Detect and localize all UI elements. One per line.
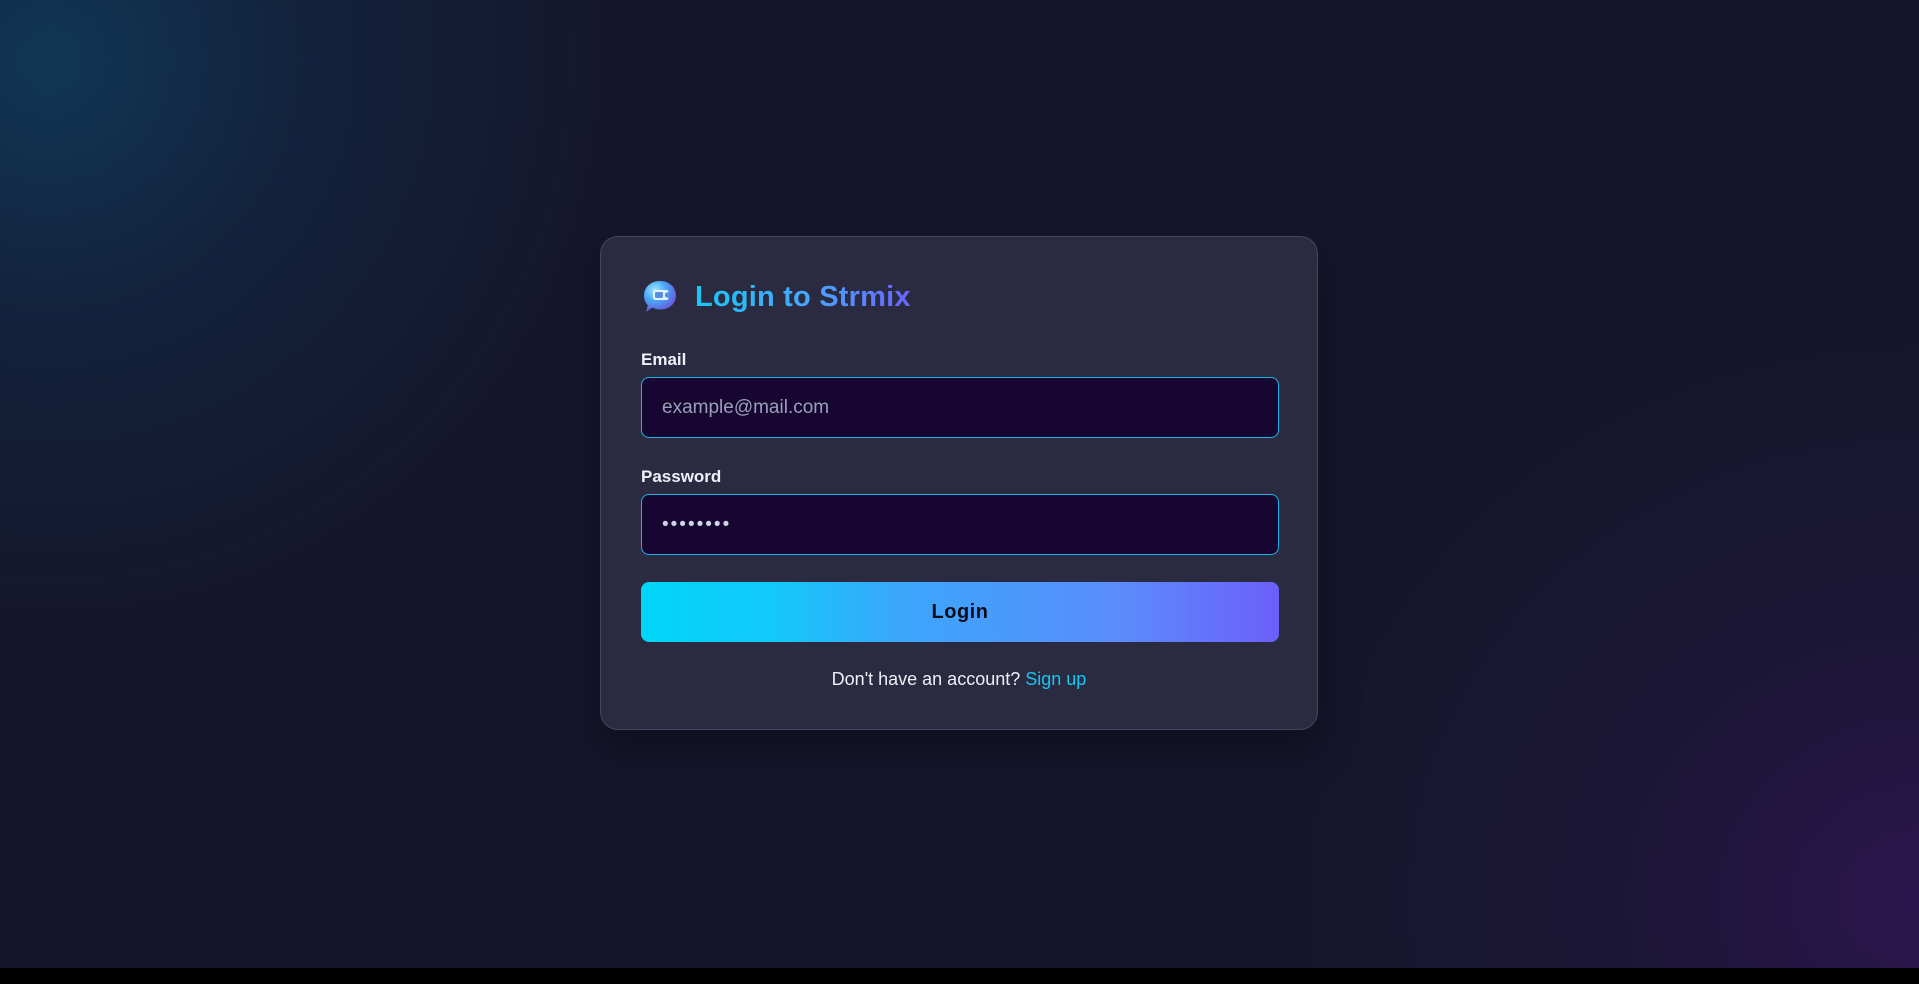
signup-prompt: Don't have an account?: [831, 669, 1026, 689]
login-button[interactable]: Login: [641, 582, 1279, 642]
page-background: Login to Strmix Email Password Login Don…: [0, 0, 1919, 968]
email-field[interactable]: [641, 377, 1279, 438]
signup-row: Don't have an account? Sign up: [601, 669, 1317, 690]
password-label: Password: [641, 467, 722, 486]
password-field[interactable]: [641, 494, 1279, 555]
login-card: Login to Strmix Email Password Login Don…: [600, 236, 1318, 730]
email-label: Email: [641, 350, 687, 369]
page-title: Login to Strmix: [695, 280, 911, 313]
login-header: Login to Strmix: [641, 277, 911, 317]
chat-bubble-logo-icon: [644, 281, 676, 312]
signup-link[interactable]: Sign up: [1025, 669, 1086, 689]
bottom-bar: [0, 968, 1919, 984]
